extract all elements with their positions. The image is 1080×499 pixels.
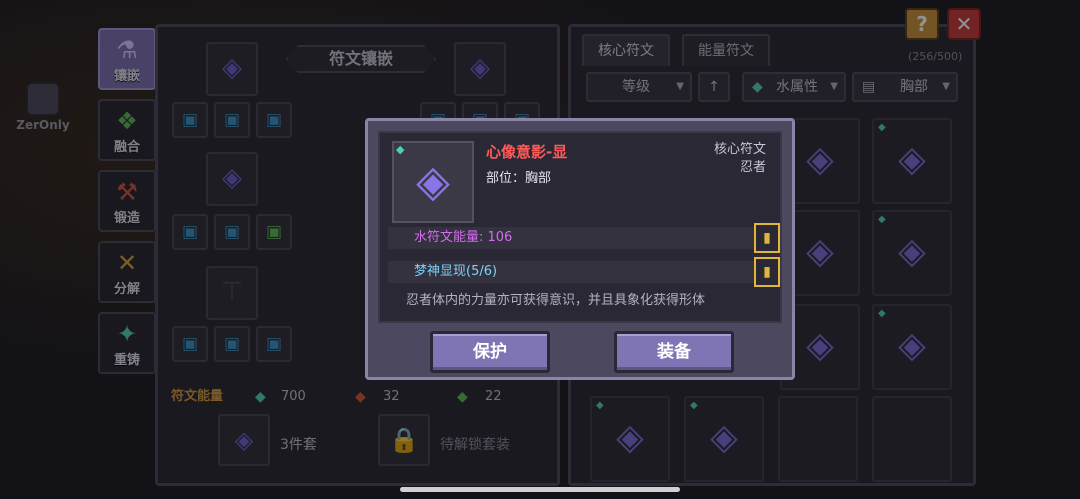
rune-thumbnail: ◆ ◈ — [392, 141, 474, 223]
rune-description: 忍者体内的力量亦可获得意识，并且具象化获得形体 — [406, 293, 706, 308]
protect-button[interactable]: 保护 — [430, 331, 550, 373]
rune-name: 心像意影-显 — [486, 143, 568, 161]
rune-icon: ◈ — [416, 156, 450, 207]
rune-detail-content: ◆ ◈ 心像意影-显 部位：胸部 核心符文 忍者 水符文能量: 106 ▮ 梦神… — [378, 131, 782, 323]
attr-set-row: 梦神显现(5/6) ▮ — [388, 257, 780, 287]
home-indicator[interactable] — [400, 487, 680, 492]
water-gem-icon: ◆ — [396, 143, 405, 156]
rune-class: 忍者 — [739, 160, 766, 175]
rune-slot: 部位：胸部 — [486, 171, 552, 186]
equip-button[interactable]: 装备 — [614, 331, 734, 373]
attr-lock-icon[interactable]: ▮ — [754, 257, 780, 287]
attr-lock-icon[interactable]: ▮ — [754, 223, 780, 253]
attr-energy-row: 水符文能量: 106 ▮ — [388, 223, 780, 253]
rune-type: 核心符文 — [713, 142, 766, 157]
rune-detail-dialog: ◆ ◈ 心像意影-显 部位：胸部 核心符文 忍者 水符文能量: 106 ▮ 梦神… — [365, 118, 795, 380]
attr-energy: 水符文能量: 106 — [414, 230, 513, 245]
attr-set: 梦神显现(5/6) — [414, 264, 498, 279]
rune-type-info: 核心符文 忍者 — [714, 141, 766, 177]
